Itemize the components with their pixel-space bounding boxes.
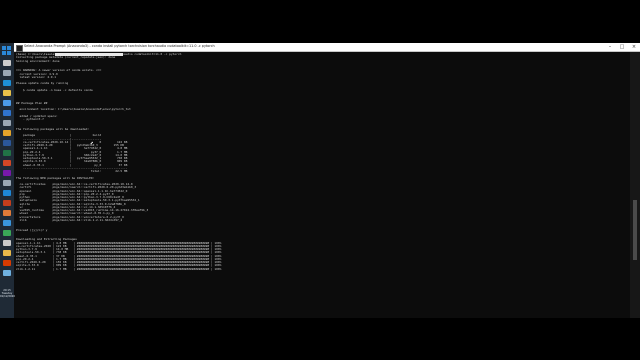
mail-icon[interactable] — [3, 110, 11, 116]
chrome-icon[interactable] — [3, 130, 11, 136]
maximize-button[interactable]: □ — [616, 43, 628, 51]
settings-icon[interactable] — [3, 120, 11, 126]
window-title: Select Anaconda Prompt (Anaconda3) - con… — [24, 44, 215, 49]
word-icon[interactable] — [3, 140, 11, 146]
edge-icon[interactable] — [3, 80, 11, 86]
desktop-frame: 20:15 Tuesday 01/12/2020 Select Anaconda… — [0, 43, 640, 318]
app-icon-5[interactable] — [3, 270, 11, 276]
excel-icon[interactable] — [3, 150, 11, 156]
app-icon-3[interactable] — [3, 250, 11, 256]
console-window-icon — [16, 44, 23, 52]
taskbar: 20:15 Tuesday 01/12/2020 — [0, 43, 15, 318]
media-icon[interactable] — [3, 210, 11, 216]
anaconda-icon[interactable] — [3, 230, 11, 236]
app-icon-2[interactable] — [3, 240, 11, 246]
photos-icon[interactable] — [3, 200, 11, 206]
windows-start-icon[interactable] — [2, 46, 11, 55]
maximize-icon: □ — [619, 44, 625, 50]
powerpoint-icon[interactable] — [3, 160, 11, 166]
vertical-scrollbar[interactable] — [630, 52, 640, 318]
console-lines: (base) C:\Users\Isaela>conda install pyt… — [16, 53, 616, 271]
minimize-button[interactable]: – — [604, 43, 616, 51]
minimize-icon: – — [608, 44, 612, 50]
clock-date: 01/12/2020 — [0, 295, 15, 298]
file-explorer-icon[interactable] — [3, 90, 11, 96]
app-icon-4[interactable] — [3, 260, 11, 266]
console-line: zlib-1.2.11 | 1.7 MB | #################… — [16, 266, 222, 271]
close-button[interactable]: × — [628, 43, 640, 51]
task-view-icon[interactable] — [3, 70, 11, 76]
search-icon[interactable] — [3, 60, 11, 66]
onenote-icon[interactable] — [3, 170, 11, 176]
text-selection-highlight — [55, 53, 123, 57]
taskbar-clock[interactable]: 20:15 Tuesday 01/12/2020 — [0, 289, 15, 298]
close-icon: × — [631, 44, 637, 50]
console-output[interactable]: (base) C:\Users\Isaela>conda install pyt… — [16, 53, 616, 316]
vscode-icon[interactable] — [3, 190, 11, 196]
window-titlebar[interactable]: Select Anaconda Prompt (Anaconda3) - con… — [14, 43, 640, 52]
scrollbar-thumb[interactable] — [633, 200, 637, 260]
mouse-cursor-icon: ⬈ — [90, 140, 94, 147]
store-icon[interactable] — [3, 100, 11, 106]
terminal-icon[interactable] — [3, 180, 11, 186]
app-icon[interactable] — [3, 220, 11, 226]
